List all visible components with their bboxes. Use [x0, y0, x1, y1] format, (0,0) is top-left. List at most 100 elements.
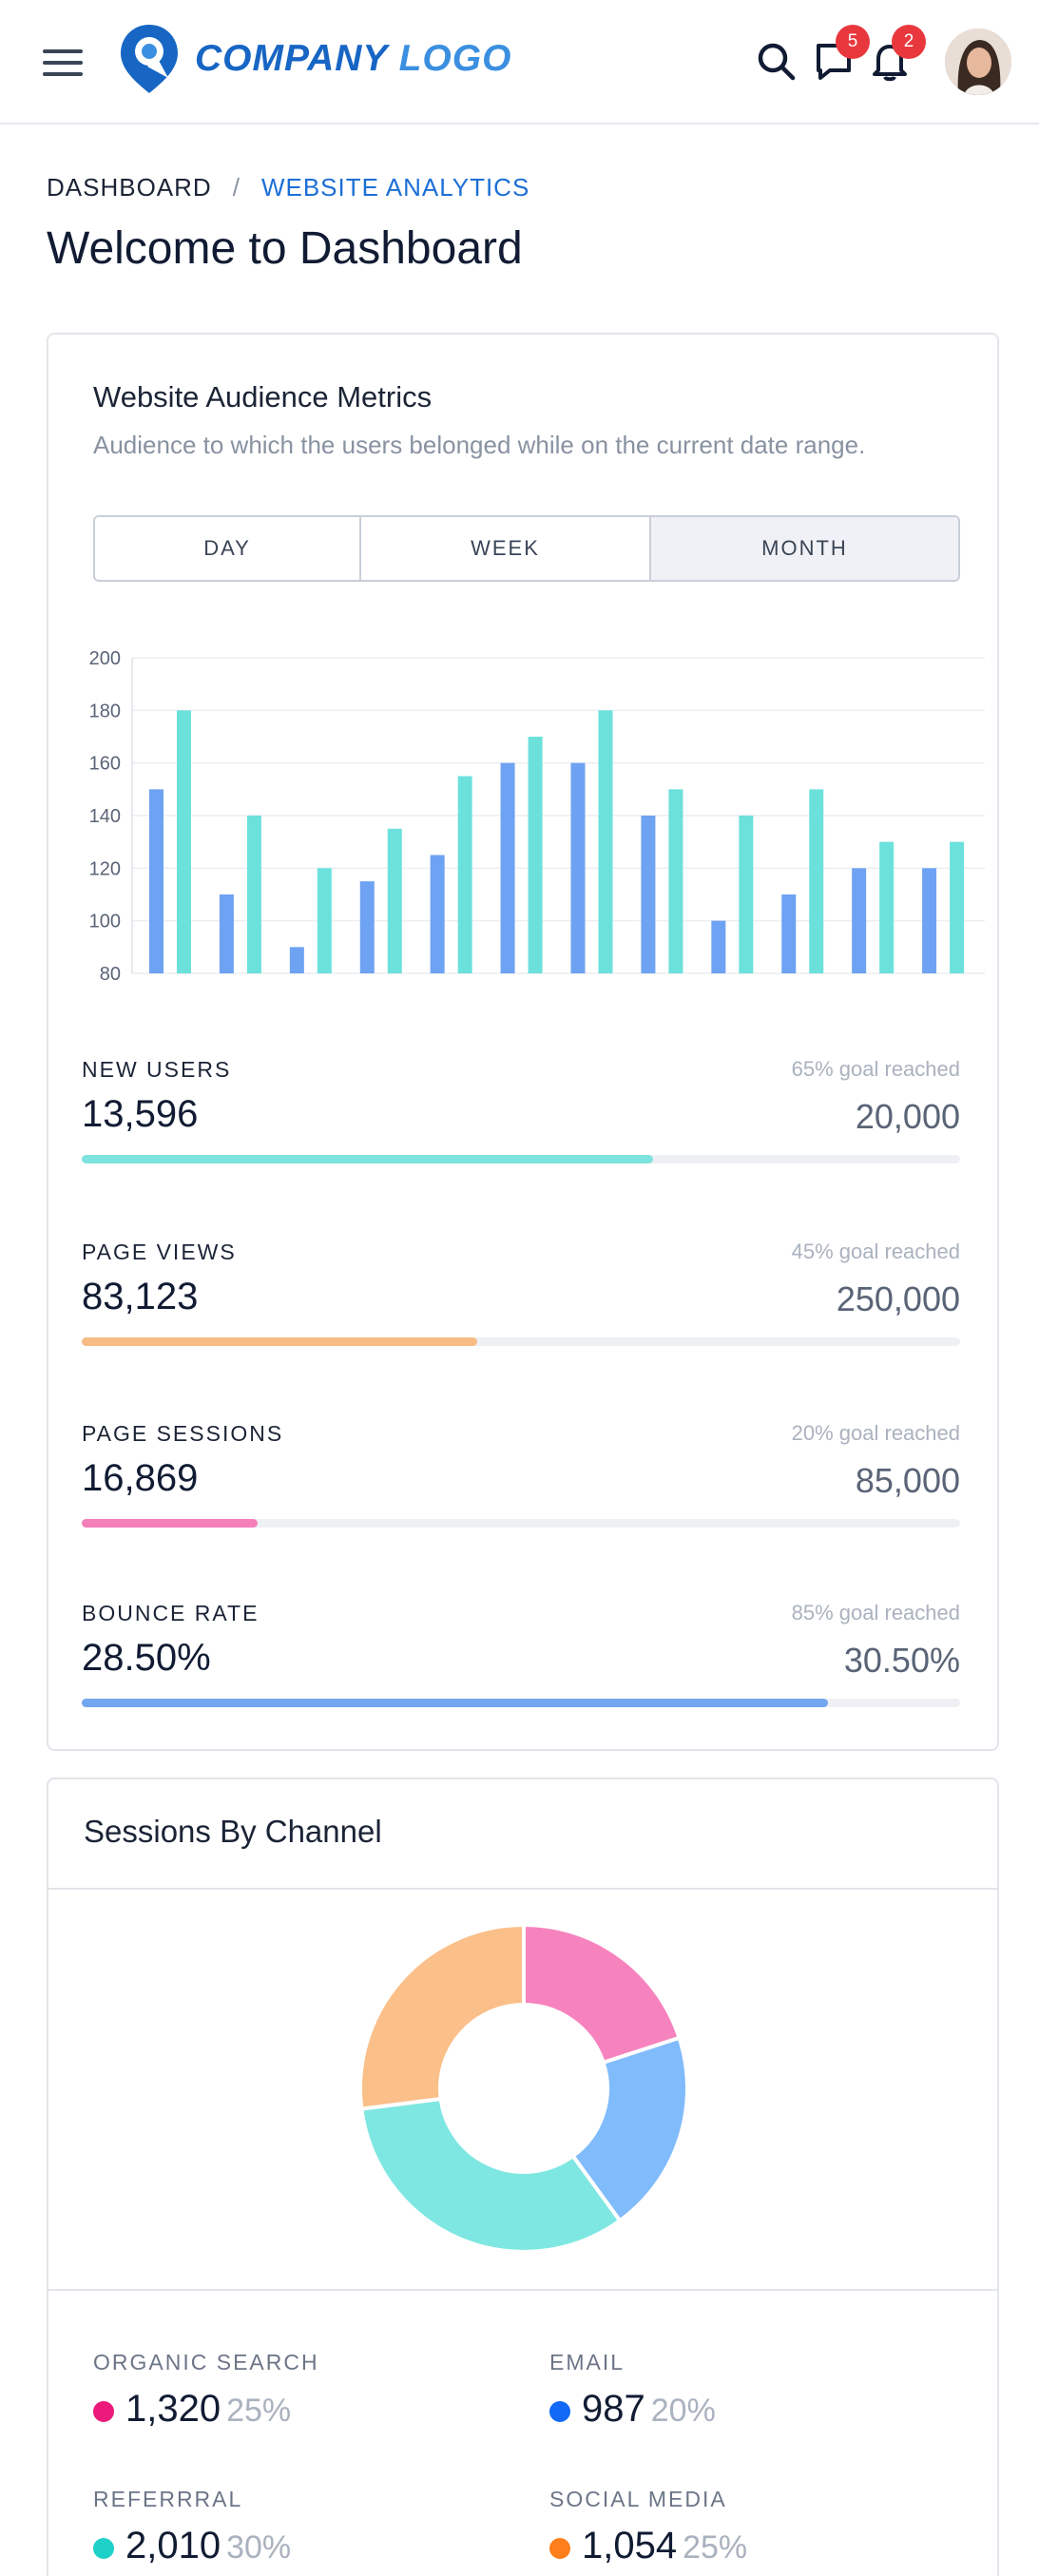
sessions-title: Sessions By Channel [84, 1814, 382, 1849]
channel-percent: 25% [683, 2529, 748, 2566]
metric-value: 28.50% [82, 1637, 211, 1679]
channel-value: 2,010 30% [125, 2525, 292, 2566]
metric-page-sessions: PAGE SESSIONS 20% goal reached 16,869 85… [82, 1421, 960, 1545]
notifications-badge: 2 [892, 25, 926, 59]
metric-progress-fill [82, 1519, 258, 1528]
chart-bar [879, 841, 895, 973]
donut-slice [359, 2096, 623, 2254]
chart-bar [852, 868, 867, 973]
menu-icon[interactable] [43, 48, 83, 78]
channel-referral: REFERRRAL 2,010 30% [93, 2487, 492, 2576]
y-tick-label: 160 [89, 754, 121, 775]
chart-bar [668, 789, 683, 973]
chart-bar [570, 762, 586, 973]
metric-page-views: PAGE VIEWS 45% goal reached 83,123 250,0… [82, 1240, 960, 1363]
chart-bar [950, 841, 965, 973]
channel-percent: 25% [226, 2393, 292, 2429]
y-tick-label: 140 [89, 806, 121, 827]
y-tick-label: 120 [89, 858, 121, 879]
channel-dot [93, 2538, 114, 2559]
top-navbar: COMPANY LOGO 5 2 [0, 0, 1039, 125]
channel-name: EMAIL [549, 2350, 625, 2374]
donut-slice [522, 1922, 683, 2066]
metric-progress-fill [82, 1337, 477, 1346]
metric-target: 250,000 [836, 1279, 960, 1318]
breadcrumb: DASHBOARD / WEBSITE ANALYTICS [47, 173, 529, 202]
metric-target: 85,000 [855, 1461, 960, 1500]
logo-pin-icon [121, 25, 178, 93]
metric-progress-track [82, 1155, 960, 1163]
channel-email: EMAIL 987 20% [549, 2350, 949, 2454]
date-range-selector: DAY WEEK MONTH [93, 515, 960, 582]
search-icon[interactable] [753, 38, 798, 84]
channel-dot [93, 2401, 114, 2422]
chart-bar [246, 816, 261, 973]
chart-bar [457, 776, 472, 973]
metric-progress-fill [82, 1155, 653, 1163]
company-logo[interactable]: COMPANY LOGO [119, 23, 511, 95]
channel-social-media: SOCIAL MEDIA 1,054 25% [549, 2487, 949, 2576]
metric-value: 16,869 [82, 1457, 199, 1499]
metric-goal: 85% goal reached [791, 1601, 960, 1624]
metric-value: 83,123 [82, 1276, 199, 1317]
metric-label: PAGE VIEWS [82, 1240, 237, 1264]
metric-label: PAGE SESSIONS [82, 1421, 284, 1446]
chart-bar [809, 789, 824, 973]
chart-bar [430, 855, 445, 973]
bell-icon[interactable]: 2 [867, 25, 926, 84]
audience-metrics-card: Website Audience Metrics Audience to whi… [47, 333, 999, 1751]
channel-name: ORGANIC SEARCH [93, 2350, 319, 2374]
range-month-button[interactable]: MONTH [651, 517, 958, 580]
metric-label: NEW USERS [82, 1057, 232, 1082]
metric-value: 13,596 [82, 1093, 199, 1135]
chart-bar [219, 894, 234, 973]
metric-goal: 45% goal reached [791, 1240, 960, 1263]
y-tick-label: 200 [89, 648, 121, 669]
chart-bar [387, 828, 402, 973]
breadcrumb-dashboard[interactable]: DASHBOARD [47, 173, 212, 202]
chat-icon[interactable]: 5 [811, 25, 870, 84]
chart-bar [781, 894, 797, 973]
channel-dot [549, 2538, 570, 2559]
logo-text: COMPANY LOGO [195, 38, 512, 79]
channel-percent: 20% [650, 2393, 716, 2429]
metric-progress-track [82, 1699, 960, 1707]
metric-target: 20,000 [855, 1097, 960, 1136]
y-tick-label: 180 [89, 701, 121, 721]
channel-value: 1,320 25% [125, 2388, 292, 2430]
range-week-button[interactable]: WEEK [361, 517, 651, 580]
chart-bar [149, 789, 164, 973]
sessions-card-header: Sessions By Channel [48, 1779, 997, 1890]
audience-metrics-subtitle: Audience to which the users belonged whi… [93, 431, 866, 459]
channel-dot [549, 2401, 570, 2422]
metric-target: 30.50% [843, 1641, 960, 1680]
chart-bar [739, 816, 754, 973]
metric-progress-track [82, 1337, 960, 1346]
chart-bar [359, 881, 375, 973]
chart-bar [641, 816, 656, 973]
metric-goal: 65% goal reached [791, 1057, 960, 1081]
metric-progress-fill [82, 1699, 829, 1707]
sessions-by-channel-card: Sessions By Channel ORGANIC SEARCH 1,320… [47, 1778, 999, 2576]
messages-badge: 5 [836, 25, 870, 59]
range-day-button[interactable]: DAY [95, 517, 361, 580]
metric-bounce-rate: BOUNCE RATE 85% goal reached 28.50% 30.5… [82, 1601, 960, 1724]
channel-name: REFERRRAL [93, 2487, 243, 2511]
sessions-donut-chart [358, 1922, 689, 2254]
channel-name: SOCIAL MEDIA [549, 2487, 727, 2511]
chart-bar [711, 920, 726, 973]
divider [48, 2289, 997, 2291]
chart-bar [598, 710, 613, 973]
metric-label: BOUNCE RATE [82, 1601, 260, 1625]
channel-organic-search: ORGANIC SEARCH 1,320 25% [93, 2350, 492, 2454]
user-avatar[interactable] [945, 29, 1011, 95]
chart-bar [500, 762, 515, 973]
chart-bar [528, 737, 543, 973]
breadcrumb-separator: / [232, 173, 241, 202]
metric-progress-track [82, 1519, 960, 1528]
audience-metrics-title: Website Audience Metrics [93, 380, 433, 413]
breadcrumb-website-analytics[interactable]: WEBSITE ANALYTICS [261, 173, 529, 202]
channel-value: 987 20% [582, 2388, 716, 2430]
chart-bar [177, 710, 191, 973]
page-title: Welcome to Dashboard [47, 223, 523, 274]
